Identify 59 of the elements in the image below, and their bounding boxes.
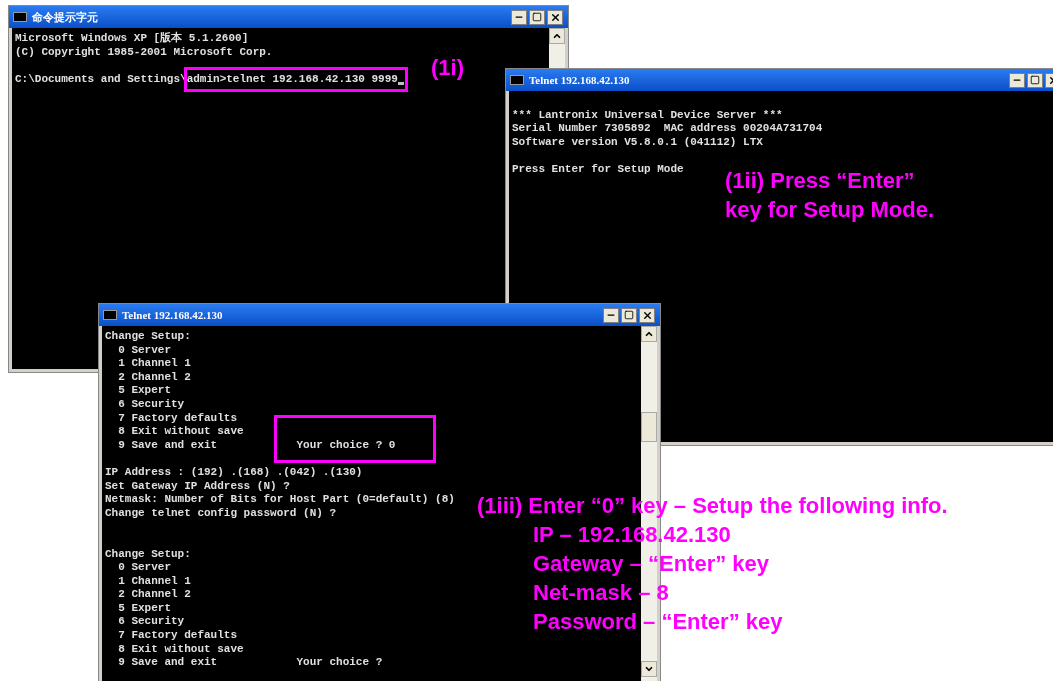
maximize-button[interactable] bbox=[1027, 72, 1043, 88]
console-line: 2 Channel 2 bbox=[117, 588, 191, 602]
annotation-text: (1i) bbox=[431, 54, 464, 82]
console-line: IP Address : (192) .(168) .(042) .(130) bbox=[105, 465, 363, 480]
scroll-up-icon[interactable] bbox=[549, 28, 565, 44]
console-line: Netmask: Number of Bits for Host Part (0=default) (8) bbox=[105, 493, 455, 507]
console-line: 5 Expert bbox=[117, 384, 171, 398]
annotation-text: Password – “Enter” key bbox=[532, 608, 784, 636]
console-line: Press Enter for Setup Mode bbox=[512, 162, 684, 177]
console-line: 1 Channel 1 bbox=[117, 357, 191, 371]
console-line: Microsoft Windows XP [版本 5.1.2600] bbox=[15, 32, 249, 46]
console-line: Change Setup: bbox=[105, 547, 191, 562]
console-line: Change Setup: bbox=[105, 330, 191, 344]
annotation-text: key for Setup Mode. bbox=[725, 196, 935, 224]
console-line: 1 Channel 1 bbox=[117, 574, 191, 589]
console-line: 7 Factory defaults bbox=[117, 411, 238, 426]
console-line: 8 Exit without save bbox=[117, 425, 244, 439]
minimize-button[interactable] bbox=[511, 9, 527, 25]
scroll-up-icon[interactable] bbox=[641, 326, 657, 342]
console-line: (C) Copyright 1985-2001 Microsoft Corp. bbox=[15, 45, 273, 60]
close-icon bbox=[549, 11, 561, 23]
console-line: 7 Factory defaults bbox=[117, 629, 238, 643]
close-button[interactable] bbox=[547, 9, 563, 25]
console-text: 9 Save and exit bbox=[117, 438, 219, 453]
console-text: Your choice ? 0 bbox=[296, 438, 396, 453]
console-line: Serial Number 7305892 MAC address 00204A731704 bbox=[512, 122, 823, 136]
console-line: Change telnet config password (N) ? bbox=[105, 506, 337, 521]
console-line: 6 Security bbox=[117, 615, 185, 630]
maximize-icon bbox=[624, 310, 634, 320]
console-line: 0 Server bbox=[117, 561, 171, 575]
console-line: 9 Save and exit Your choice ? bbox=[117, 656, 383, 670]
scrollbar[interactable] bbox=[549, 28, 565, 68]
console-line: 2 Channel 2 bbox=[117, 370, 191, 385]
maximize-icon bbox=[532, 12, 542, 22]
console-line: 6 Security bbox=[117, 397, 185, 412]
console-line: 5 Expert bbox=[117, 601, 171, 616]
console-line: Set Gateway IP Address (N) ? bbox=[105, 479, 290, 494]
window-title: 命令提示字元 bbox=[32, 9, 98, 25]
minimize-button[interactable] bbox=[1009, 72, 1025, 88]
minimize-button[interactable] bbox=[603, 307, 619, 323]
console-line: 0 Server bbox=[117, 343, 171, 358]
maximize-icon bbox=[1030, 75, 1040, 85]
console-icon bbox=[103, 310, 117, 320]
console-text: admin>telnet 192.168.42.130 9999 bbox=[186, 72, 398, 87]
maximize-button[interactable] bbox=[529, 9, 545, 25]
console-icon bbox=[510, 75, 524, 85]
console-line: 8 Exit without save bbox=[117, 642, 244, 657]
scroll-down-icon[interactable] bbox=[641, 661, 657, 677]
console-icon bbox=[13, 12, 27, 22]
console-line: Software version V5.8.0.1 (041112) LTX bbox=[512, 135, 763, 150]
console-line: *** Lantronix Universal Device Server *** bbox=[512, 108, 783, 123]
annotation-text: (1ii) Press “Enter” bbox=[725, 167, 916, 195]
annotation-text: Gateway – “Enter” key bbox=[532, 550, 770, 578]
scroll-thumb[interactable] bbox=[641, 412, 657, 442]
close-button[interactable] bbox=[639, 307, 655, 323]
window-title: Telnet 192.168.42.130 bbox=[529, 72, 630, 88]
maximize-button[interactable] bbox=[621, 307, 637, 323]
close-icon bbox=[641, 309, 653, 321]
window-title: Telnet 192.168.42.130 bbox=[122, 307, 223, 323]
